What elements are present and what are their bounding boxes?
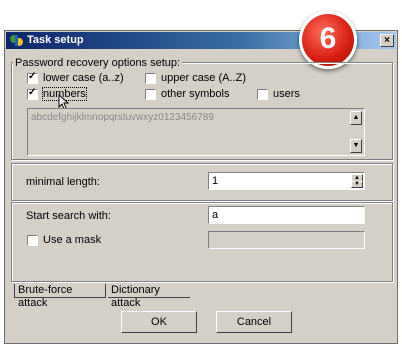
start-search-label: Start search with: (26, 210, 111, 222)
checkbox-upper-case-label: upper case (A..Z) (161, 72, 246, 84)
checkbox-other-symbols[interactable]: other symbols (145, 88, 229, 100)
start-search-input[interactable]: a (208, 206, 365, 224)
checkbox-users-box[interactable] (257, 88, 268, 100)
checkbox-other-symbols-box[interactable] (145, 88, 156, 100)
step-number-badge: 6 (299, 11, 357, 69)
checkbox-upper-case[interactable]: upper case (A..Z) (145, 72, 246, 84)
checkbox-users[interactable]: users (257, 88, 300, 100)
checkbox-other-symbols-label: other symbols (161, 88, 230, 100)
checkbox-lower-case-label: lower case (a..z) (43, 72, 124, 84)
checkbox-lower-case-box[interactable] (27, 71, 38, 84)
charset-preview-box[interactable]: abcdefghijklmnopqrstuvwxyz0123456789 ▲ ▼ (27, 108, 365, 156)
tab-brute-force[interactable]: Brute-force attack (14, 284, 106, 309)
minimal-length-value: 1 (212, 175, 219, 187)
checkbox-lower-case[interactable]: lower case (a..z) (27, 71, 124, 84)
window-title: Task setup (27, 34, 84, 46)
checkbox-numbers[interactable]: numbers (27, 87, 87, 101)
close-icon: × (384, 35, 390, 46)
close-button[interactable]: × (380, 34, 394, 47)
minimal-length-spinner[interactable]: 1 ▲ ▼ (208, 172, 365, 190)
app-icon (10, 35, 23, 46)
minimal-length-label: minimal length: (26, 176, 100, 188)
checkbox-users-label: users (273, 88, 300, 100)
ok-button[interactable]: OK (121, 311, 197, 333)
checkbox-use-mask[interactable]: Use a mask (27, 234, 101, 246)
scroll-up-button[interactable]: ▲ (350, 111, 362, 125)
spinner-down-button[interactable]: ▼ (351, 181, 363, 188)
options-group-label: Password recovery options setup: (13, 57, 183, 69)
scroll-down-button[interactable]: ▼ (350, 139, 362, 153)
checkbox-numbers-box[interactable] (27, 87, 38, 100)
ok-button-label: OK (151, 316, 167, 328)
checkbox-use-mask-label: Use a mask (43, 234, 102, 246)
checkbox-use-mask-box[interactable] (27, 234, 38, 246)
cancel-button[interactable]: Cancel (216, 311, 292, 333)
checkbox-upper-case-box[interactable] (145, 72, 156, 84)
charset-preview-text: abcdefghijklmnopqrstuvwxyz0123456789 (31, 112, 214, 123)
cancel-button-label: Cancel (236, 316, 272, 328)
start-search-value: a (212, 209, 219, 221)
mask-input[interactable] (208, 231, 365, 249)
tab-dictionary[interactable]: Dictionary attack (108, 284, 190, 309)
